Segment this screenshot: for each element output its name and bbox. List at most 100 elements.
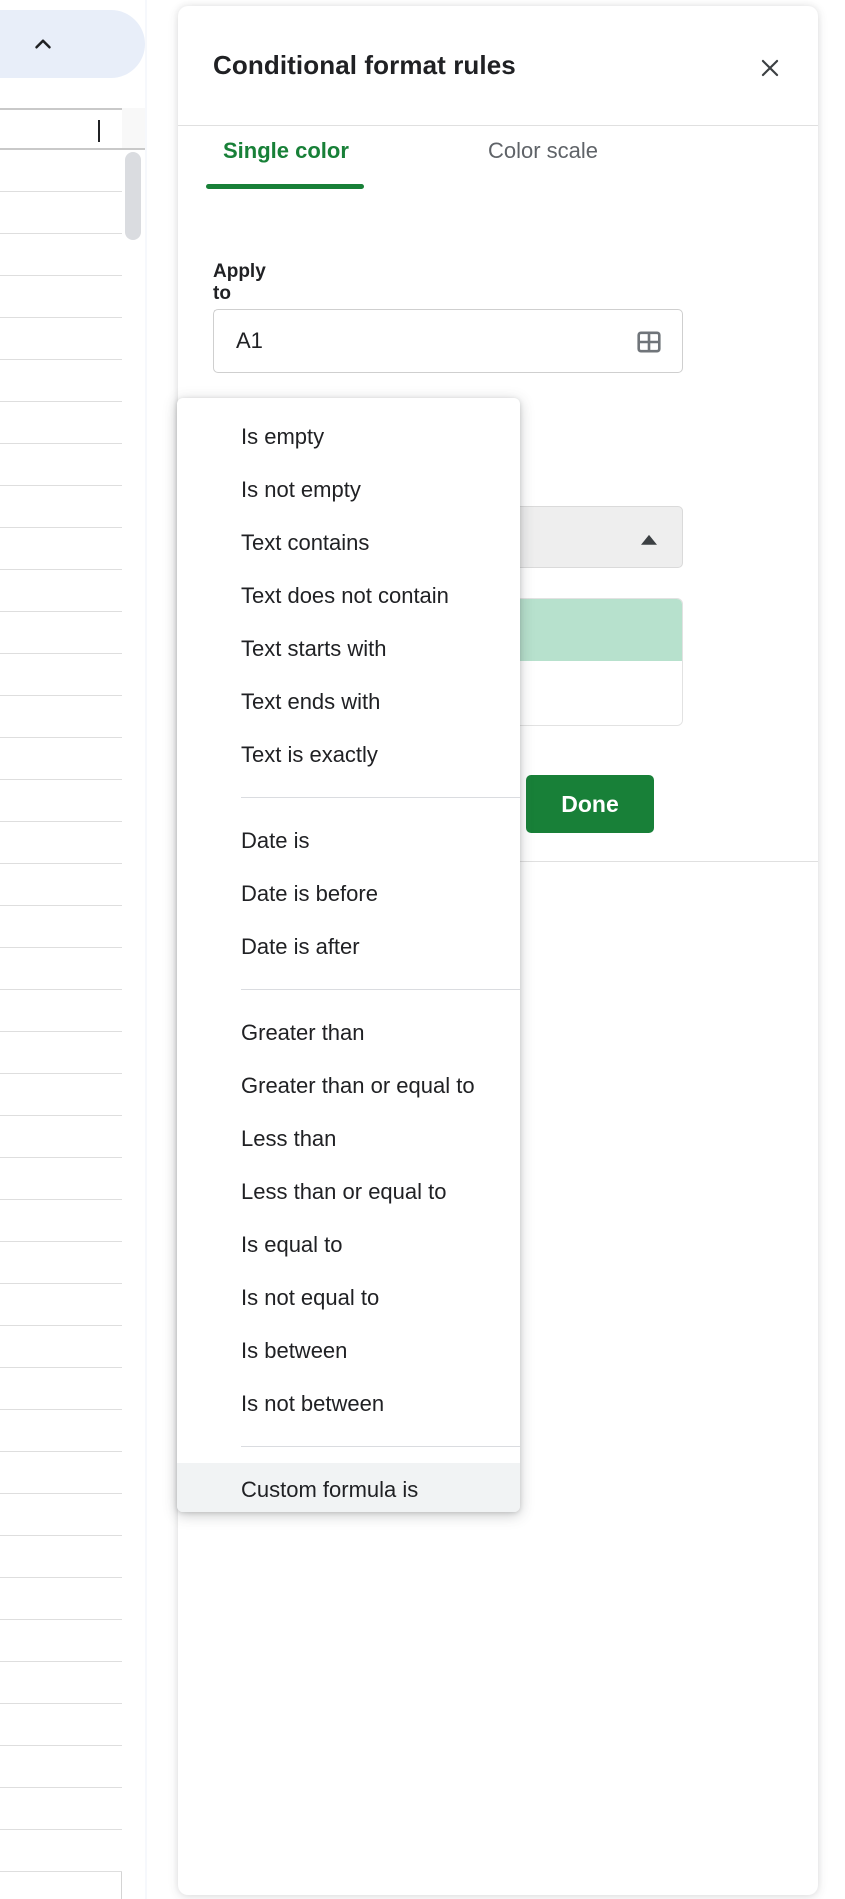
done-button[interactable]: Done [526,775,654,833]
menu-item-label: Is between [241,1337,348,1363]
menu-item-label: Is not between [241,1390,385,1416]
menu-item-label: Text starts with [241,635,387,661]
sheet-cell[interactable] [0,822,122,864]
sheet-cell[interactable] [0,528,122,570]
sheet-cell[interactable] [0,1284,122,1326]
sheet-cell[interactable] [0,402,122,444]
tab-bar: Single color Color scale [178,126,818,204]
sheet-cell[interactable] [0,1830,122,1872]
menu-item[interactable]: Date is [177,814,520,867]
menu-item-label: Is empty [241,423,325,449]
menu-item-label: Text does not contain [241,582,449,608]
menu-item[interactable]: Less than [177,1112,520,1165]
sheet-cell[interactable] [0,696,122,738]
sheet-cell[interactable] [0,1326,122,1368]
sheet-cell-active[interactable] [0,108,122,150]
sheet-cell[interactable] [0,1116,122,1158]
menu-item[interactable]: Date is after [177,920,520,973]
sheet-cell[interactable] [0,192,122,234]
menu-item[interactable]: Text contains [177,516,520,569]
grid-select-icon[interactable] [636,329,662,355]
menu-item[interactable]: Text ends with [177,675,520,728]
app-root: Conditional format rules Single color Co… [0,0,845,1899]
menu-item[interactable]: Is between [177,1324,520,1377]
close-icon [757,55,783,86]
menu-item[interactable]: Text is exactly [177,728,520,781]
menu-separator [241,989,520,990]
menu-separator [241,797,520,798]
sheet-cell[interactable] [0,612,122,654]
cell-text-cursor [98,120,100,142]
sheet-cell[interactable] [0,780,122,822]
sheet-cell[interactable] [0,1494,122,1536]
menu-item[interactable]: Is equal to [177,1218,520,1271]
sheet-cell[interactable] [0,1536,122,1578]
sheet-cell[interactable] [0,234,122,276]
sheet-cell[interactable] [0,1158,122,1200]
chevron-up-icon [30,31,56,57]
done-button-label: Done [561,790,619,817]
sheet-cell[interactable] [0,1032,122,1074]
menu-item[interactable]: Greater than or equal to [177,1059,520,1112]
sheet-cell[interactable] [0,1452,122,1494]
sheet-cell[interactable] [0,1620,122,1662]
menu-item[interactable]: Is not equal to [177,1271,520,1324]
menu-item-label: Is not equal to [241,1284,380,1310]
menu-item[interactable]: Text does not contain [177,569,520,622]
sheet-cell[interactable] [0,1662,122,1704]
sheet-cell[interactable] [0,1410,122,1452]
menu-item-label: Custom formula is [241,1476,419,1502]
sheet-cell[interactable] [0,1704,122,1746]
menu-item[interactable]: Date is before [177,867,520,920]
menu-item[interactable]: Is not between [177,1377,520,1430]
range-input-value: A1 [236,328,263,353]
sheet-cell[interactable] [0,360,122,402]
sheet-cell[interactable] [0,1242,122,1284]
sheet-cell[interactable] [0,990,122,1032]
tab-color-scale[interactable]: Color scale [488,138,598,178]
sheet-cell[interactable] [0,276,122,318]
sheet-cell[interactable] [0,906,122,948]
sheet-cell[interactable] [0,948,122,990]
condition-dropdown-menu[interactable]: Is empty Is not empty Text contains Text do… [177,398,520,1512]
sheet-cell[interactable] [0,486,122,528]
vertical-scrollbar[interactable] [125,152,141,272]
menu-separator [241,1446,520,1447]
sheet-cell[interactable] [0,1788,122,1830]
sheet-cell[interactable] [0,570,122,612]
tab-active-indicator [206,184,364,189]
sheet-cell[interactable] [0,1200,122,1242]
sheet-cell[interactable] [0,1746,122,1788]
sheet-cell[interactable] [0,1074,122,1116]
menu-item[interactable]: Text starts with [177,622,520,675]
menu-item[interactable]: Custom formula is [177,1463,520,1512]
collapse-panel-button[interactable] [0,10,145,78]
sheet-gutter [122,108,145,150]
page-title: Conditional format rules [213,50,516,80]
sheet-column[interactable] [0,108,122,1899]
range-input[interactable]: A1 [213,309,683,373]
menu-item[interactable]: Greater than [177,1006,520,1059]
menu-item-label: Is not empty [241,476,361,502]
close-button[interactable] [750,50,790,90]
menu-item-label: Date is [241,827,310,853]
sheet-cell[interactable] [0,150,122,192]
panel-backdrop-edge [145,0,147,1899]
sheet-cell[interactable] [0,864,122,906]
spreadsheet-strip [0,0,145,1899]
panel-header: Conditional format rules [178,6,818,126]
sheet-cell[interactable] [0,1578,122,1620]
scrollbar-thumb[interactable] [125,152,141,240]
sheet-cell[interactable] [0,654,122,696]
sheet-cell[interactable] [0,444,122,486]
menu-item-label: Text ends with [241,688,381,714]
sheet-grid[interactable] [0,108,145,1899]
sheet-cell[interactable] [0,738,122,780]
menu-item[interactable]: Is empty [177,410,520,463]
menu-item-label: Is equal to [241,1231,343,1257]
sheet-cell[interactable] [0,318,122,360]
tab-single-color[interactable]: Single color [223,138,349,178]
menu-item[interactable]: Less than or equal to [177,1165,520,1218]
sheet-cell[interactable] [0,1368,122,1410]
menu-item[interactable]: Is not empty [177,463,520,516]
